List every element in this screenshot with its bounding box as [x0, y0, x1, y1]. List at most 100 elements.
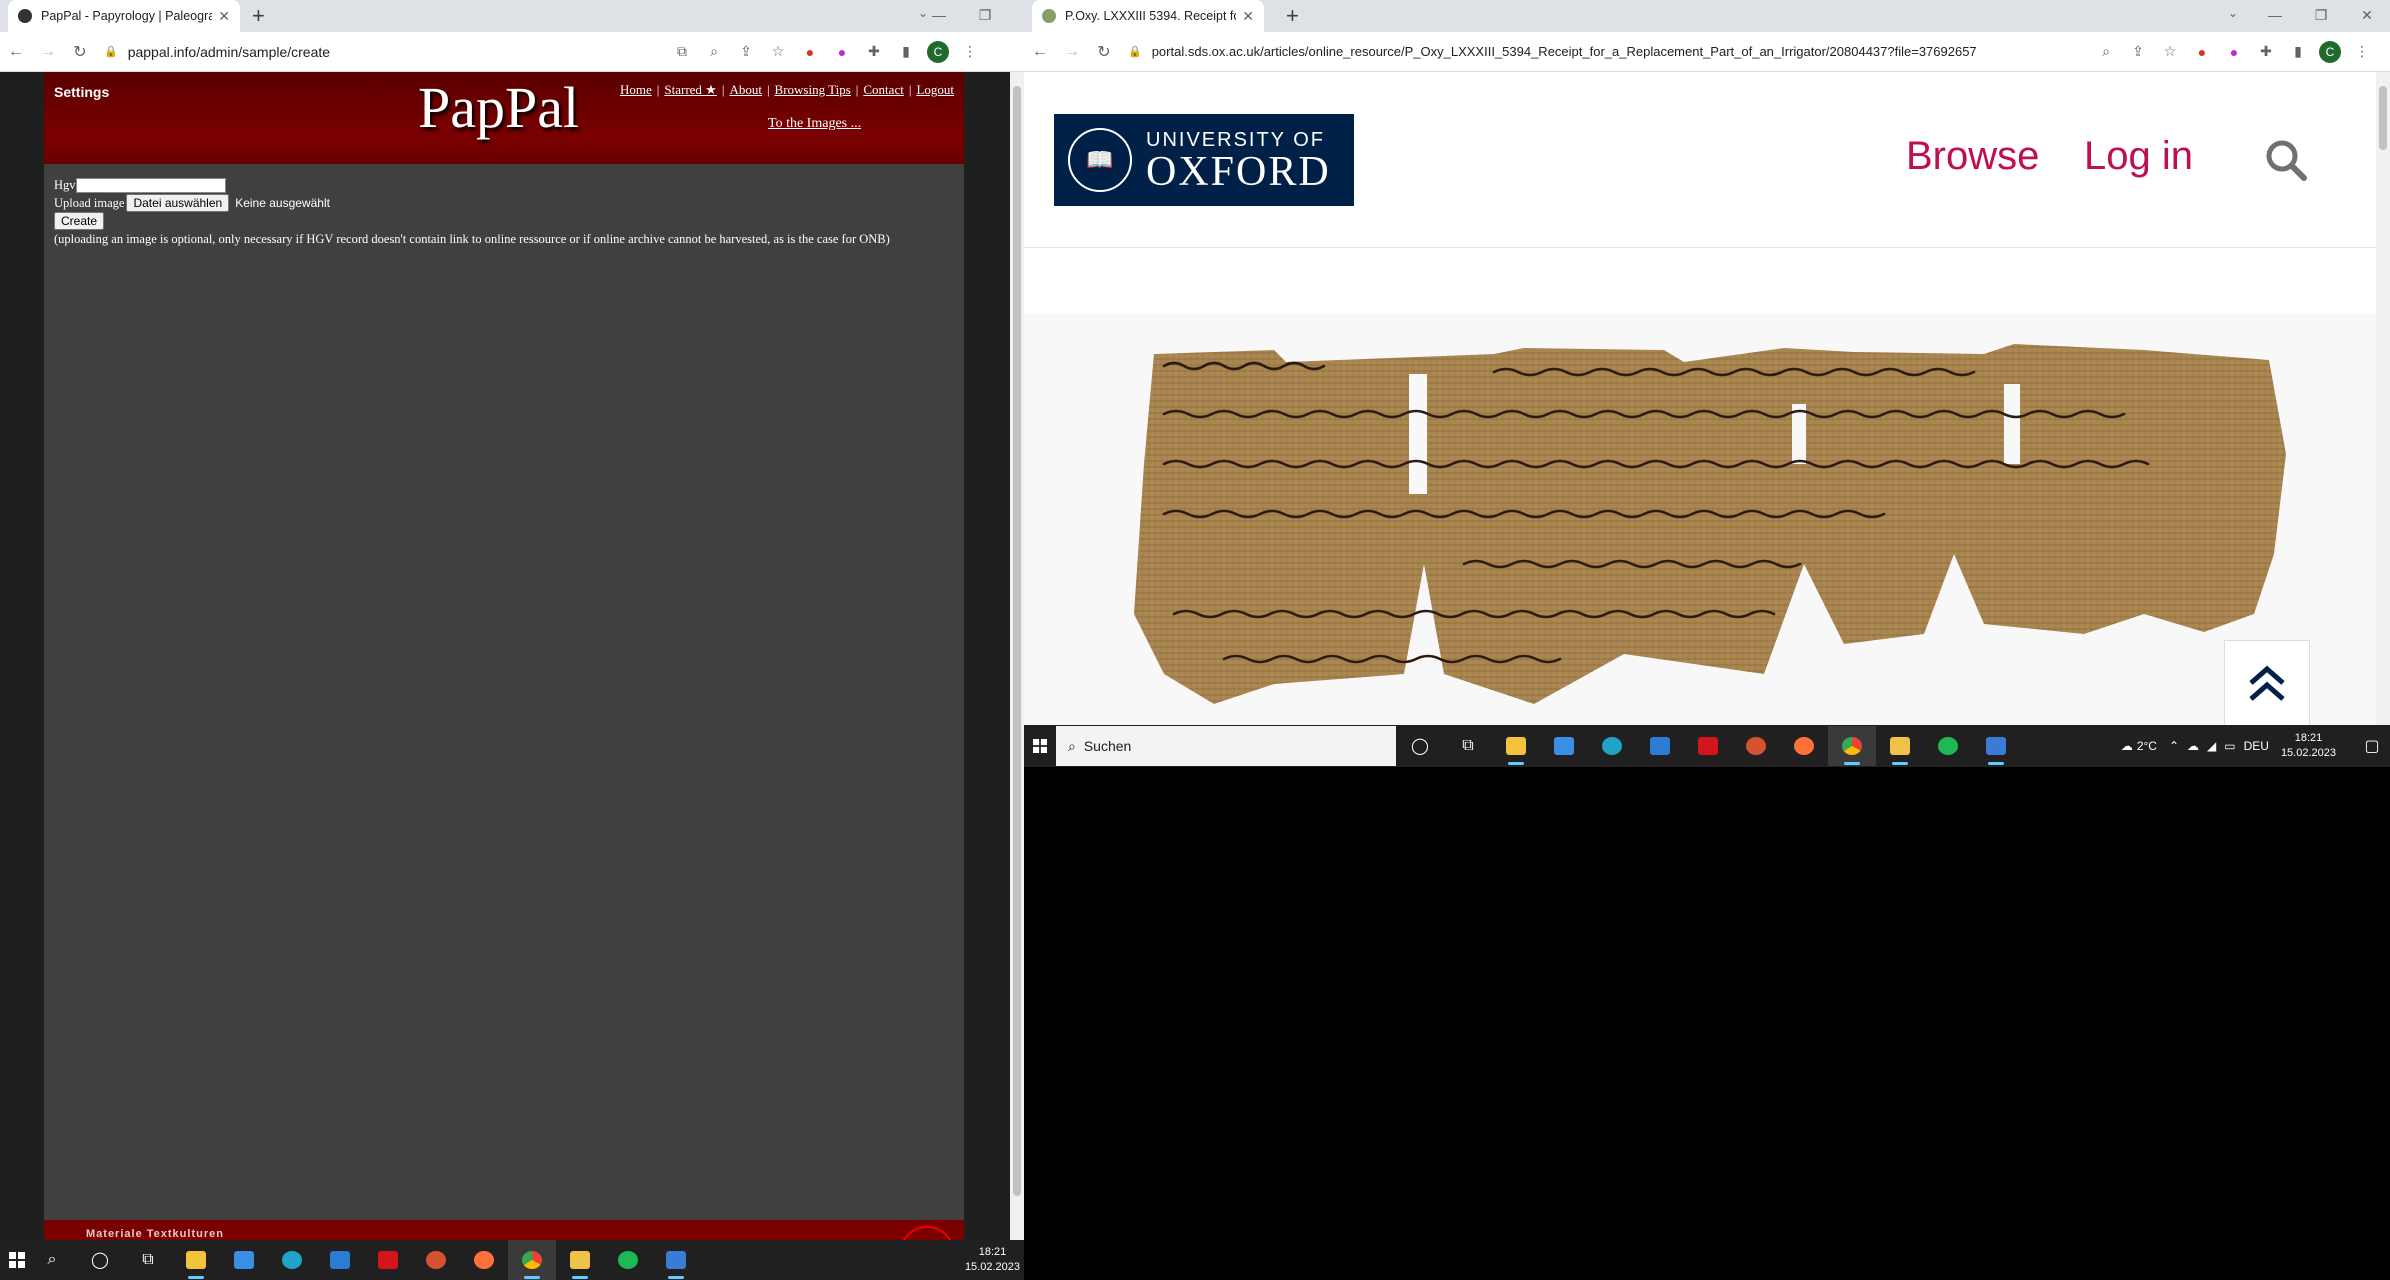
new-tab-button[interactable]: +	[1286, 3, 1299, 29]
address-bar[interactable]: 🔒 pappal.info/admin/sample/create	[96, 37, 666, 67]
mail-icon[interactable]	[316, 1240, 364, 1280]
tab-pappal[interactable]: PapPal - Papyrology | Paleograph ✕	[8, 0, 240, 32]
scroll-to-top-button[interactable]	[2224, 640, 2310, 725]
scrollbar-thumb[interactable]	[1013, 86, 1021, 1196]
photos-icon[interactable]	[652, 1240, 700, 1280]
start-button[interactable]	[6, 1240, 28, 1280]
nav-home[interactable]: Home	[620, 82, 652, 97]
chrome-icon[interactable]	[1828, 726, 1876, 766]
acrobat-icon[interactable]	[1684, 726, 1732, 766]
photos-icon[interactable]	[1972, 726, 2020, 766]
clock[interactable]: 18:21 15.02.2023	[2281, 731, 2336, 761]
task-view-icon[interactable]: ⧉	[124, 1240, 172, 1280]
side-panel-icon[interactable]: ▮	[890, 43, 922, 60]
share-icon[interactable]: ⇪	[730, 43, 762, 60]
profile-avatar[interactable]: C	[2319, 40, 2341, 63]
back-icon[interactable]: ←	[0, 43, 32, 61]
menu-dots-icon[interactable]: ⋮	[2346, 43, 2378, 60]
back-icon[interactable]: ←	[1024, 43, 1056, 61]
zoom-icon[interactable]: ⌕	[2090, 43, 2122, 60]
firefox-icon[interactable]	[1780, 726, 1828, 766]
page-scrollbar[interactable]	[2376, 72, 2390, 725]
side-panel-icon[interactable]: ▮	[2282, 43, 2314, 60]
weather-temp[interactable]: 2°C	[2137, 739, 2157, 753]
scrollbar-thumb[interactable]	[2379, 86, 2387, 150]
chrome-icon[interactable]	[508, 1240, 556, 1280]
create-button[interactable]: Create	[54, 212, 105, 230]
reload-icon[interactable]: ↻	[64, 42, 96, 62]
page-scrollbar[interactable]	[1010, 72, 1024, 1240]
spotify-icon[interactable]	[604, 1240, 652, 1280]
hgv-input[interactable]	[75, 177, 226, 193]
start-button[interactable]	[1024, 726, 1056, 766]
language-indicator[interactable]: DEU	[2244, 739, 2269, 753]
settings-link[interactable]: Settings	[54, 84, 109, 100]
tray-chevron-icon[interactable]: ⌃	[2169, 739, 2179, 753]
battery-icon[interactable]: ▭	[2224, 739, 2235, 753]
store-icon[interactable]	[220, 1240, 268, 1280]
edge-icon[interactable]	[268, 1240, 316, 1280]
forward-icon[interactable]: →	[32, 43, 64, 61]
nav-starred[interactable]: Starred ★	[664, 82, 716, 97]
task-view-icon[interactable]: ⧉	[1444, 726, 1492, 766]
zoom-icon[interactable]: ⌕	[698, 43, 730, 60]
powerpoint-icon[interactable]	[412, 1240, 460, 1280]
share-icon[interactable]: ⇪	[2122, 43, 2154, 60]
network-icon[interactable]: ◢	[2207, 739, 2216, 753]
store-icon[interactable]	[1540, 726, 1588, 766]
menu-dots-icon[interactable]: ⋮	[954, 43, 986, 60]
nav-login[interactable]: Log in	[2084, 134, 2193, 179]
minimize-icon[interactable]: —	[916, 0, 962, 32]
close-window-icon[interactable]: ✕	[1008, 0, 1024, 32]
search-icon[interactable]	[2264, 138, 2308, 182]
bookmark-star-icon[interactable]: ☆	[762, 43, 794, 60]
close-tab-icon[interactable]: ✕	[218, 8, 230, 25]
onedrive-icon[interactable]: ☁	[2187, 739, 2199, 753]
close-window-icon[interactable]: ✕	[2344, 0, 2390, 32]
nav-about[interactable]: About	[729, 82, 762, 97]
extensions-puzzle-icon[interactable]: ✚	[2250, 43, 2282, 60]
files-icon[interactable]	[556, 1240, 604, 1280]
pappal-logo[interactable]: PapPal	[418, 74, 579, 141]
tab-oxford[interactable]: P.Oxy. LXXXIII 5394. Receipt for a ✕	[1032, 0, 1264, 32]
oxford-logo[interactable]: 📖 UNIVERSITY OF OXFORD	[1054, 114, 1354, 206]
clock[interactable]: 18:21 15.02.2023	[965, 1245, 1020, 1275]
cortana-icon[interactable]: ◯	[76, 1240, 124, 1280]
restore-icon[interactable]: ❐	[962, 0, 1008, 32]
translate-icon[interactable]: ⧉	[666, 43, 698, 60]
bookmark-star-icon[interactable]: ☆	[2154, 43, 2186, 60]
notification-icon[interactable]: ▢	[2354, 726, 2390, 766]
nav-browsing-tips[interactable]: Browsing Tips	[775, 82, 851, 97]
spotify-icon[interactable]	[1924, 726, 1972, 766]
taskbar-search-box[interactable]: ⌕ Suchen	[1056, 726, 1396, 766]
weather-icon[interactable]: ☁	[2121, 739, 2133, 753]
address-bar[interactable]: 🔒 portal.sds.ox.ac.uk/articles/online_re…	[1120, 37, 2090, 67]
edge-icon[interactable]	[1588, 726, 1636, 766]
firefox-icon[interactable]	[460, 1240, 508, 1280]
mail-icon[interactable]	[1636, 726, 1684, 766]
tab-search-icon[interactable]: ⌄	[2228, 6, 2238, 20]
acrobat-icon[interactable]	[364, 1240, 412, 1280]
extension-red-icon[interactable]: ●	[794, 44, 826, 60]
to-images-link[interactable]: To the Images ...	[768, 116, 861, 132]
restore-icon[interactable]: ❐	[2298, 0, 2344, 32]
nav-logout[interactable]: Logout	[916, 82, 954, 97]
nav-contact[interactable]: Contact	[863, 82, 903, 97]
search-icon[interactable]: ⌕	[28, 1240, 76, 1280]
files-icon[interactable]	[1876, 726, 1924, 766]
reload-icon[interactable]: ↻	[1088, 42, 1120, 62]
extension-red-icon[interactable]: ●	[2186, 44, 2218, 60]
forward-icon[interactable]: →	[1056, 43, 1088, 61]
new-tab-button[interactable]: +	[252, 3, 265, 29]
minimize-icon[interactable]: —	[2252, 0, 2298, 32]
powerpoint-icon[interactable]	[1732, 726, 1780, 766]
nav-browse[interactable]: Browse	[1906, 134, 2039, 179]
file-explorer-icon[interactable]	[1492, 726, 1540, 766]
cortana-icon[interactable]: ◯	[1396, 726, 1444, 766]
extension-purple-icon[interactable]: ●	[826, 44, 858, 60]
extension-purple-icon[interactable]: ●	[2218, 44, 2250, 60]
file-choose-button[interactable]: Datei auswählen	[126, 194, 230, 212]
profile-avatar[interactable]: C	[927, 40, 949, 63]
file-explorer-icon[interactable]	[172, 1240, 220, 1280]
extensions-puzzle-icon[interactable]: ✚	[858, 43, 890, 60]
